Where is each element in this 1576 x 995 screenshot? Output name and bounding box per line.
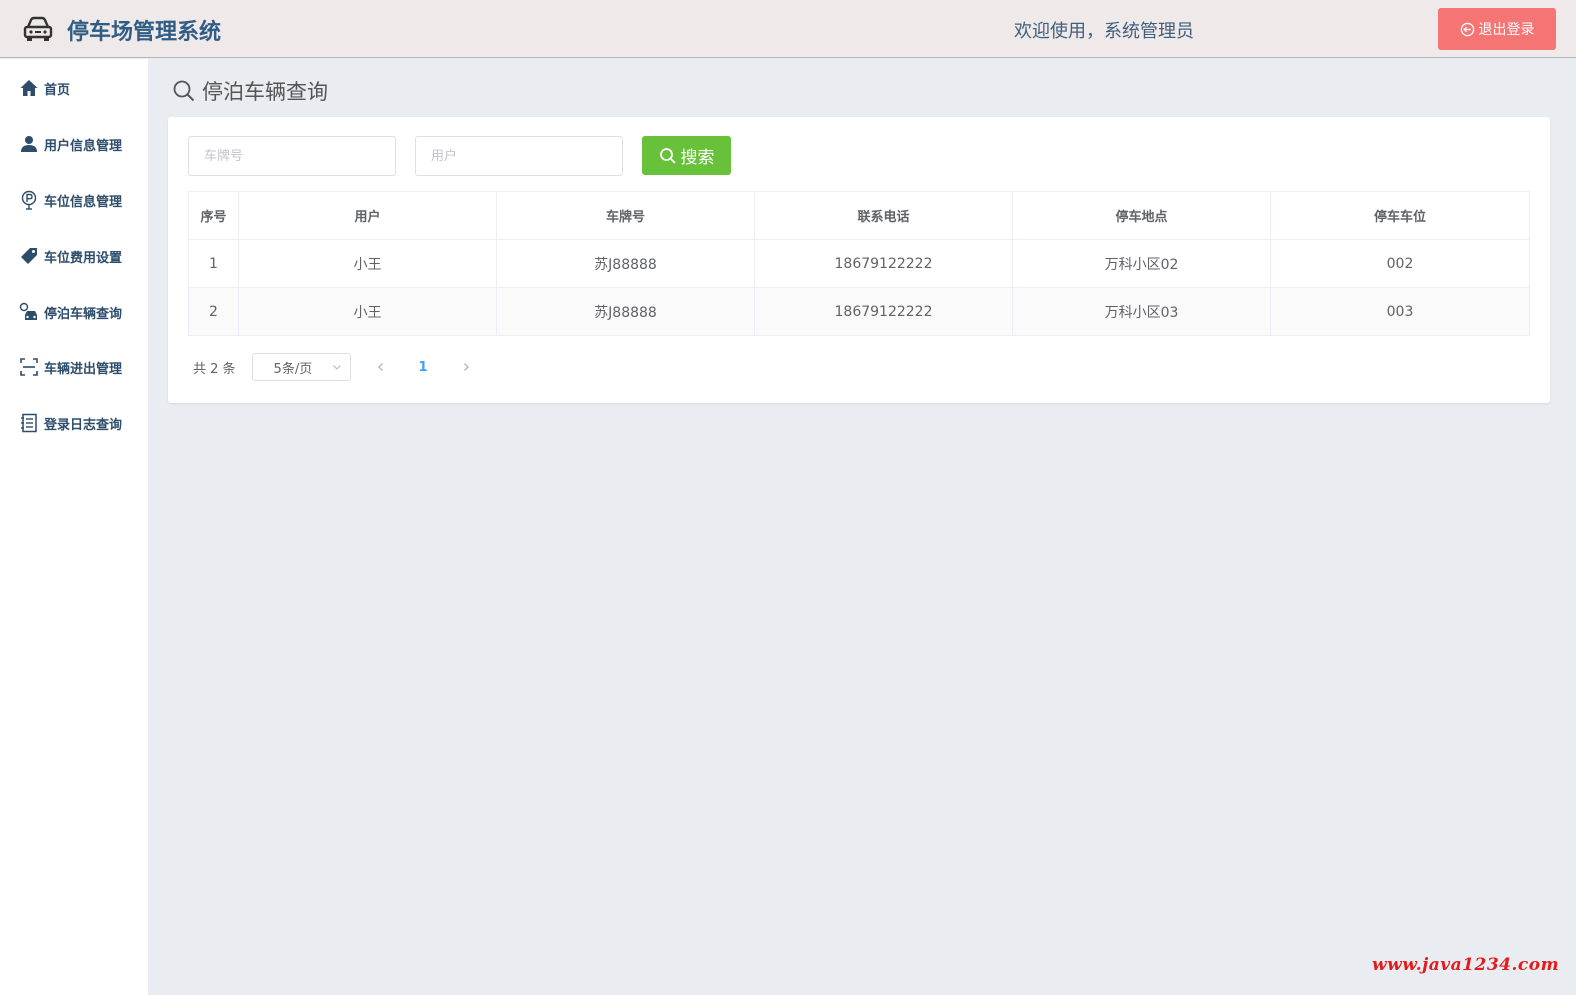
- car-search-icon: [18, 301, 40, 323]
- price-tag-icon: [18, 245, 40, 267]
- prev-page-button[interactable]: [371, 353, 391, 381]
- logout-button[interactable]: 退出登录: [1438, 8, 1556, 50]
- sidebar-item-login-logs[interactable]: 登录日志查询: [0, 403, 148, 443]
- search-icon: [173, 80, 195, 102]
- page-heading: 停泊车辆查询: [172, 76, 328, 106]
- search-button[interactable]: 搜索: [642, 136, 731, 175]
- pagination-total: 共 2 条: [193, 361, 236, 377]
- table-cell: 18679122222: [754, 239, 1013, 288]
- search-button-label: 搜索: [680, 148, 715, 168]
- parking-sign-icon: [18, 189, 40, 211]
- notebook-icon: [18, 412, 40, 434]
- table-cell: 苏J88888: [496, 239, 755, 288]
- app-title: 停车场管理系统: [67, 20, 222, 45]
- chevron-left-icon: [377, 363, 383, 371]
- sidebar-item-label: 用户信息管理: [44, 138, 123, 154]
- table-header-row: 序号 用户 车牌号 联系电话 停车地点 停车车位: [188, 191, 1530, 240]
- sidebar-item-label: 首页: [44, 82, 71, 98]
- welcome-text: 欢迎使用，系统管理员: [1014, 21, 1194, 42]
- sidebar: 首页 用户信息管理 车位信息管理 车位费用设置 停泊车辆查询 车辆进出管理 登录…: [0, 59, 148, 995]
- table-cell: 小王: [238, 239, 497, 288]
- car-icon: [23, 16, 53, 41]
- sidebar-item-parked-vehicles[interactable]: 停泊车辆查询: [0, 292, 148, 332]
- table-cell: 002: [1270, 239, 1530, 288]
- sidebar-item-label: 停泊车辆查询: [44, 306, 123, 322]
- table-cell: 万科小区03: [1012, 287, 1271, 336]
- table-cell: 18679122222: [754, 287, 1013, 336]
- page-size-select[interactable]: 5条/页: [251, 353, 351, 381]
- table-cell: 小王: [238, 287, 497, 336]
- column-header: 停车地点: [1012, 191, 1271, 240]
- table-row[interactable]: 1 小王 苏J88888 18679122222 万科小区02 002: [188, 239, 1530, 288]
- table-cell: 2: [188, 287, 239, 336]
- table-cell: 苏J88888: [496, 287, 755, 336]
- sidebar-item-home[interactable]: 首页: [0, 68, 148, 108]
- scan-icon: [18, 356, 40, 378]
- table-cell: 1: [188, 239, 239, 288]
- plate-number-input[interactable]: [188, 136, 396, 176]
- column-header: 联系电话: [754, 191, 1013, 240]
- page-number-current[interactable]: 1: [419, 360, 428, 375]
- next-page-button[interactable]: [456, 353, 476, 381]
- page-size-value: 5条/页: [273, 361, 313, 377]
- chevron-down-icon: [332, 365, 341, 370]
- search-icon: [659, 147, 676, 164]
- table-cell: 万科小区02: [1012, 239, 1271, 288]
- page-title: 停泊车辆查询: [202, 80, 328, 104]
- chevron-right-icon: [463, 363, 469, 371]
- top-header: 停车场管理系统 欢迎使用，系统管理员 退出登录: [0, 0, 1576, 58]
- user-icon: [18, 133, 40, 155]
- column-header: 序号: [188, 191, 239, 240]
- user-input[interactable]: [415, 136, 623, 176]
- table-row[interactable]: 2 小王 苏J88888 18679122222 万科小区03 003: [188, 287, 1530, 336]
- watermark-text: www.java1234.com: [1372, 955, 1560, 975]
- column-header: 用户: [238, 191, 497, 240]
- column-header: 停车车位: [1270, 191, 1530, 240]
- home-icon: [18, 77, 40, 99]
- sidebar-item-label: 车辆进出管理: [44, 361, 123, 377]
- parked-vehicles-table: 序号 用户 车牌号 联系电话 停车地点 停车车位 1 小王 苏J88888 18…: [188, 191, 1530, 336]
- sidebar-item-label: 车位费用设置: [44, 250, 123, 266]
- column-header: 车牌号: [496, 191, 755, 240]
- sidebar-item-vehicle-access[interactable]: 车辆进出管理: [0, 347, 148, 387]
- logout-circle-arrow-icon: [1460, 22, 1474, 36]
- sidebar-item-fee-settings[interactable]: 车位费用设置: [0, 236, 148, 276]
- logout-label: 退出登录: [1478, 22, 1535, 38]
- sidebar-item-parking-spaces[interactable]: 车位信息管理: [0, 180, 148, 220]
- query-card: 搜索 序号 用户 车牌号 联系电话 停车地点 停车车位 1 小王 苏J88888…: [168, 117, 1550, 403]
- sidebar-item-users[interactable]: 用户信息管理: [0, 124, 148, 164]
- pagination: 共 2 条 5条/页 1: [193, 353, 476, 381]
- sidebar-item-label: 登录日志查询: [44, 417, 123, 433]
- sidebar-item-label: 车位信息管理: [44, 194, 123, 210]
- table-cell: 003: [1270, 287, 1530, 336]
